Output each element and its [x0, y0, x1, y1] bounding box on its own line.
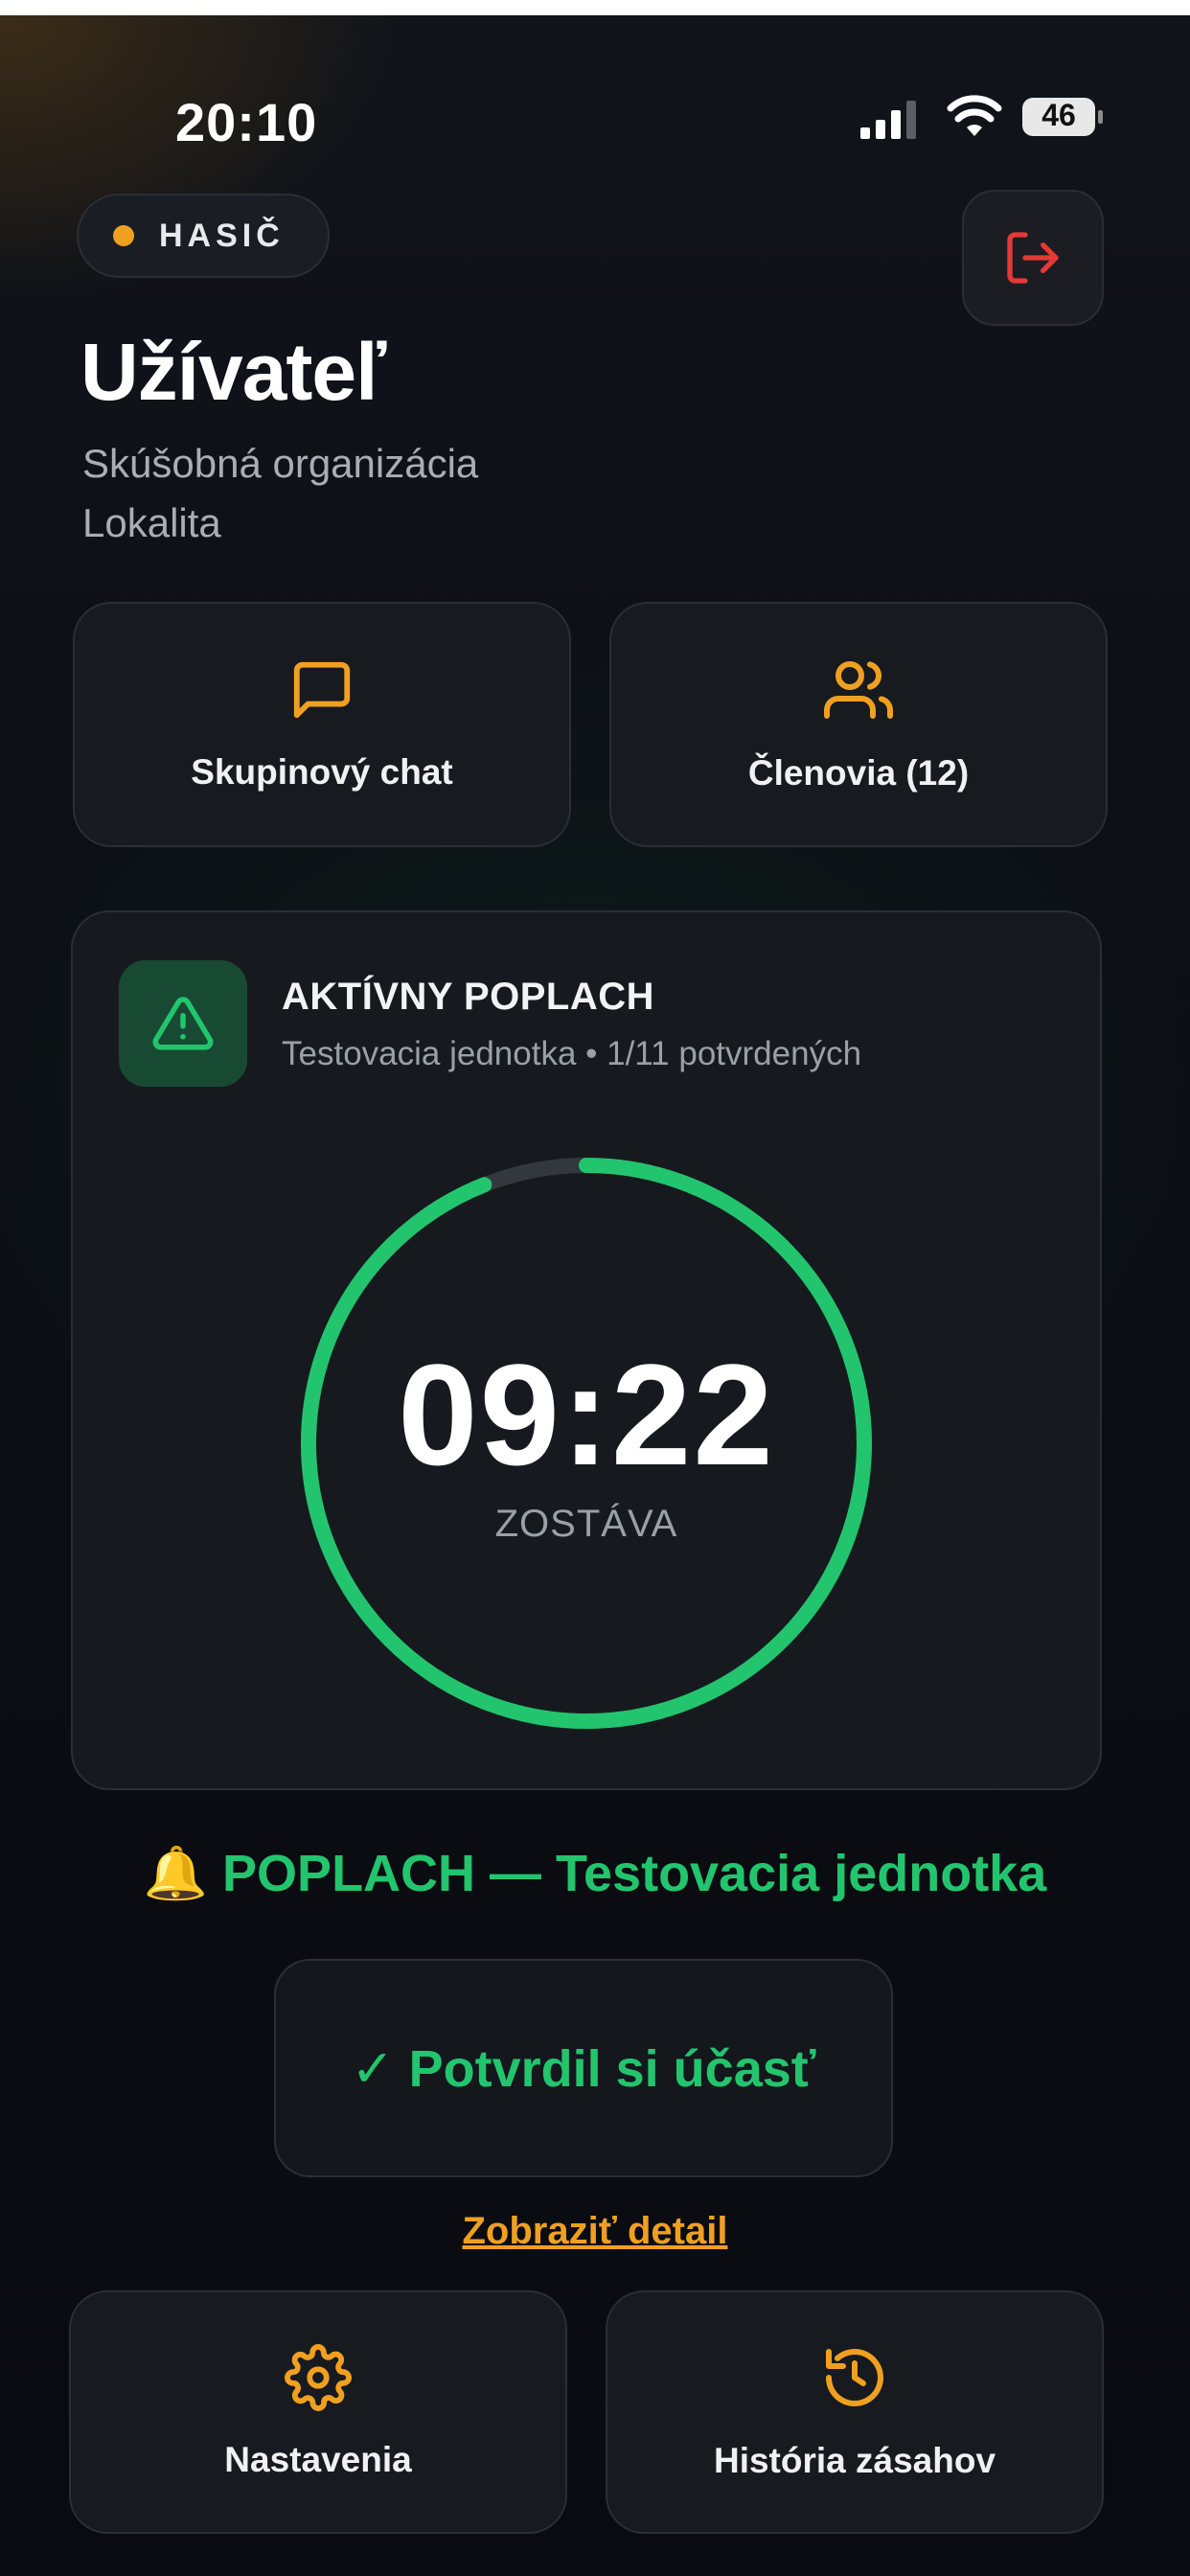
history-button[interactable]: História zásahov: [606, 2290, 1104, 2534]
top-edge: [0, 0, 1190, 15]
users-icon: [824, 661, 893, 719]
location-name: Lokalita: [82, 500, 221, 545]
countdown-remaining-label: ZOSTÁVA: [494, 1503, 678, 1545]
show-detail-link[interactable]: Zobraziť detail: [0, 2210, 1190, 2253]
settings-icon: [285, 2344, 352, 2411]
settings-button[interactable]: Nastavenia: [69, 2290, 567, 2534]
group-chat-label: Skupinový chat: [191, 752, 453, 792]
history-icon: [826, 2349, 883, 2407]
members-button[interactable]: Členovia (12): [609, 602, 1108, 847]
logout-button[interactable]: [962, 190, 1104, 326]
battery-level: 46: [1041, 98, 1076, 132]
role-badge: HASIČ: [77, 194, 330, 278]
organization-name: Skúšobná organizácia: [82, 441, 479, 486]
role-status-dot: [113, 225, 134, 246]
alarm-banner-text: POPLACH — Testovacia jednotka: [222, 1845, 1047, 1902]
logout-icon: [1007, 232, 1059, 284]
user-name: Užívateľ: [80, 327, 386, 417]
history-label: História zásahov: [713, 2441, 996, 2480]
alarm-title: AKTÍVNY POPLACH: [282, 976, 655, 1018]
warning-icon: [152, 997, 214, 1050]
status-time: 20:10: [175, 92, 318, 152]
wifi-icon: [947, 95, 1002, 136]
countdown-timer: 09:22: [398, 1334, 775, 1495]
alarm-subtitle: Testovacia jednotka • 1/11 potvrdených: [282, 1035, 862, 1072]
signal-icon: [860, 101, 916, 139]
settings-label: Nastavenia: [224, 2440, 412, 2479]
chat-icon: [293, 661, 351, 719]
bell-icon: 🔔: [143, 1845, 209, 1902]
members-label: Členovia (12): [747, 753, 970, 793]
alarm-banner: 🔔 POPLACH — Testovacia jednotka: [0, 1844, 1190, 1904]
role-label: HASIČ: [159, 217, 285, 254]
group-chat-button[interactable]: Skupinový chat: [73, 602, 571, 847]
battery-icon: 46: [1021, 96, 1104, 138]
alarm-icon-box: [119, 960, 247, 1087]
confirm-attendance-button[interactable]: ✓ Potvrdil si účasť: [274, 1959, 893, 2177]
